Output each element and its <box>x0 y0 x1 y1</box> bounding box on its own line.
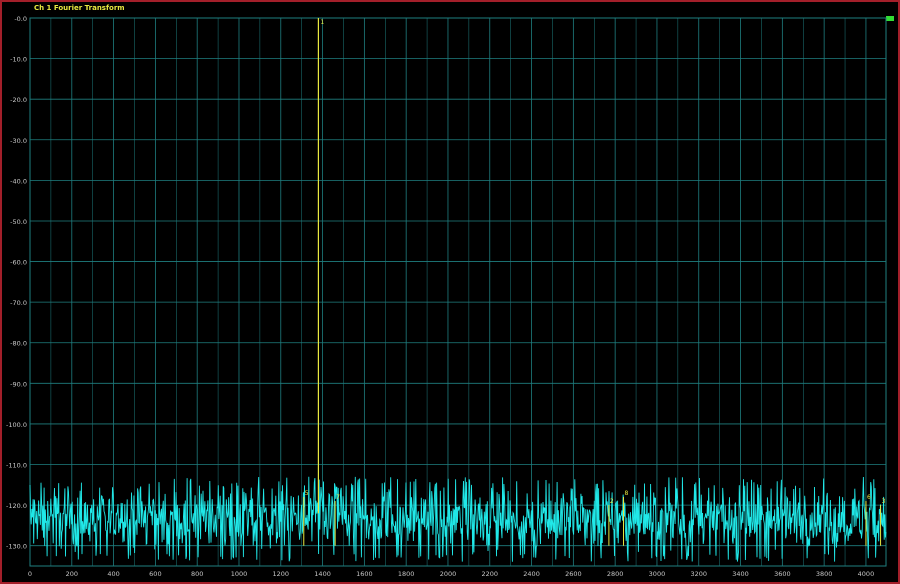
y-tick-label: -130.0 <box>6 543 27 551</box>
x-tick-label: 3600 <box>774 570 791 578</box>
plot-border <box>29 17 887 567</box>
y-axis-tick-labels: -0.0 -10.0 -20.0 -30.0 -40.0 -50.0 -60.0 -70.0 -… <box>6 15 27 551</box>
y-tick-label: -110.0 <box>6 462 27 470</box>
x-tick-label: 3400 <box>732 570 749 578</box>
harmonic-marker-label: 3 <box>882 498 886 505</box>
y-tick-label: -120.0 <box>6 502 27 510</box>
x-tick-label: 4000 <box>858 570 875 578</box>
harmonic-marker-label: 2 <box>610 498 614 505</box>
x-tick-label: 2800 <box>607 570 624 578</box>
fundamental-label: 1 <box>320 19 324 26</box>
x-tick-label: 2200 <box>481 570 498 578</box>
y-tick-label: -100.0 <box>6 421 27 429</box>
y-tick-label: -20.0 <box>10 96 27 104</box>
y-tick-label: -80.0 <box>10 340 27 348</box>
x-tick-label: 600 <box>149 570 161 578</box>
x-tick-label: 200 <box>66 570 78 578</box>
y-tick-label: -30.0 <box>10 137 27 145</box>
fft-plot: -0.0 -10.0 -20.0 -30.0 -40.0 -50.0 -60.0 -70.0 -… <box>6 15 887 578</box>
x-tick-label: 1800 <box>398 570 415 578</box>
x-tick-label: 3800 <box>816 570 833 578</box>
grid <box>29 17 887 567</box>
x-axis-tick-labels: 0 200 400 600 800 1000 1200 1400 1600 1800 2000 220… <box>28 570 874 578</box>
x-tick-label: 3000 <box>649 570 666 578</box>
fft-window: Ch 1 Fourier Transform -0.0 -10.0 -20.0 -30… <box>0 0 900 584</box>
x-tick-label: 800 <box>191 570 203 578</box>
y-tick-label: -70.0 <box>10 299 27 307</box>
x-tick-label: 400 <box>107 570 119 578</box>
y-tick-label: -60.0 <box>10 259 27 267</box>
x-tick-label: 1200 <box>273 570 290 578</box>
harmonic-marker-label: 5 <box>305 490 309 497</box>
y-tick-label: -90.0 <box>10 380 27 388</box>
y-tick-label: -40.0 <box>10 177 27 185</box>
y-tick-label: -10.0 <box>10 56 27 64</box>
x-tick-label: 1400 <box>314 570 331 578</box>
harmonic-marker-label: 6 <box>867 494 871 501</box>
harmonic-marker-label: 8 <box>625 490 629 497</box>
y-tick-label: -50.0 <box>10 218 27 226</box>
x-tick-label: 2600 <box>565 570 582 578</box>
x-tick-label: 1600 <box>356 570 373 578</box>
x-tick-label: 1000 <box>231 570 248 578</box>
y-tick-label: -0.0 <box>14 15 27 23</box>
harmonic-markers: 1 5 7 2 8 6 3 <box>303 19 886 546</box>
x-tick-label: 0 <box>28 570 32 578</box>
x-tick-label: 3200 <box>690 570 707 578</box>
x-tick-label: 2000 <box>440 570 457 578</box>
harmonic-marker-label: 7 <box>336 494 340 501</box>
x-tick-label: 2400 <box>523 570 540 578</box>
noise-floor-trace <box>29 476 887 562</box>
